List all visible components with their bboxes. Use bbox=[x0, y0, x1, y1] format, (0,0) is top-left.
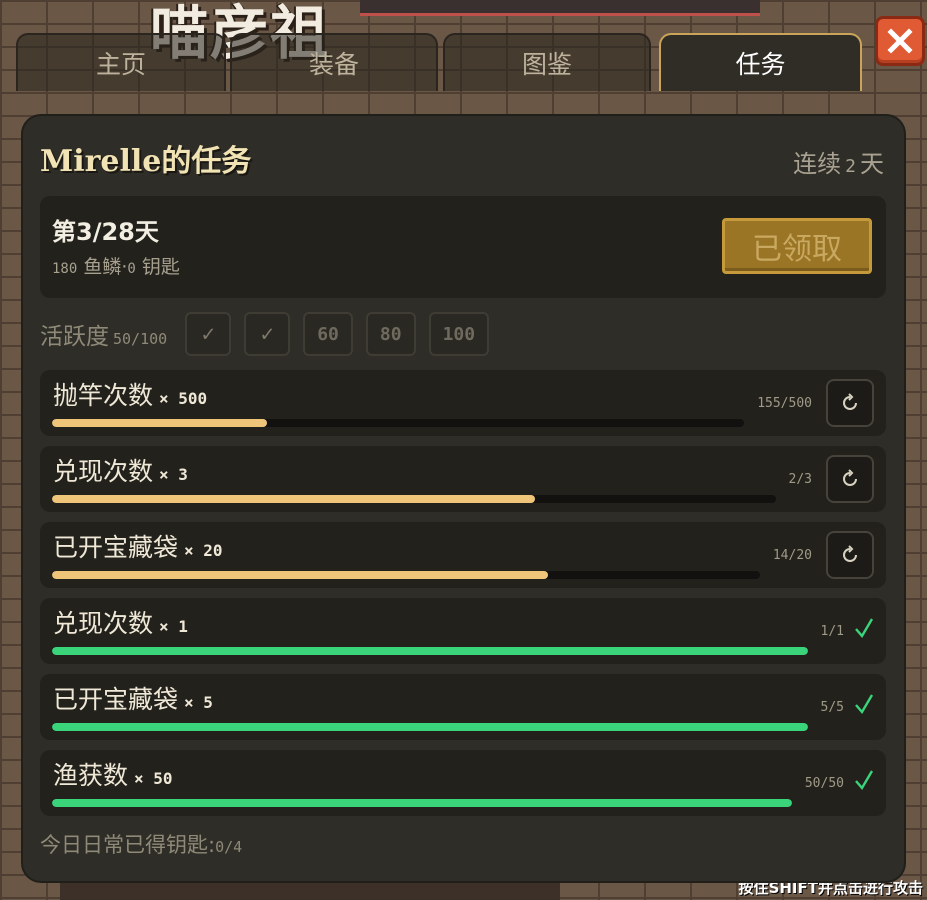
milestone-chest[interactable]: 80 bbox=[365, 312, 416, 356]
milestone-chest[interactable]: ✓ bbox=[185, 312, 232, 356]
task-name: 渔获数 × 50 bbox=[53, 761, 173, 790]
task-progress-fill bbox=[52, 799, 792, 807]
task-row: 已开宝藏袋 × 5 5/5 bbox=[40, 674, 886, 740]
refresh-task-button[interactable] bbox=[826, 379, 874, 427]
task-name: 兑现次数 × 3 bbox=[53, 457, 188, 486]
task-count: 1/1 bbox=[820, 624, 844, 639]
task-progress-bar bbox=[52, 723, 808, 731]
checkmark-icon bbox=[855, 618, 874, 639]
tab-equipment[interactable]: 装备 bbox=[230, 33, 438, 91]
close-button[interactable] bbox=[875, 16, 925, 66]
refresh-icon bbox=[843, 393, 857, 410]
task-count: 14/20 bbox=[772, 548, 812, 563]
refresh-task-button[interactable] bbox=[826, 531, 874, 579]
task-row: 兑现次数 × 3 2/3 bbox=[40, 446, 886, 512]
task-row: 渔获数 × 50 50/50 bbox=[40, 750, 886, 816]
task-progress-bar bbox=[52, 571, 760, 579]
panel-title: Mirelle的任务 bbox=[40, 144, 252, 179]
streak-indicator: 连续 2 天 bbox=[793, 150, 884, 178]
close-x-icon bbox=[887, 28, 913, 54]
task-name: 兑现次数 × 1 bbox=[53, 609, 188, 638]
task-count: 5/5 bbox=[820, 700, 844, 715]
task-progress-fill bbox=[52, 571, 548, 579]
daily-reward-card: 第3/28天 180 鱼鳞·0 钥匙 已领取 bbox=[40, 196, 886, 298]
checkmark-icon bbox=[855, 694, 874, 715]
claim-button[interactable]: 已领取 bbox=[722, 218, 872, 274]
task-progress-bar bbox=[52, 419, 744, 427]
background-strip bbox=[360, 0, 760, 16]
activity-bar: 活跃度 50/100 ✓ ✓ 60 80 100 bbox=[40, 312, 502, 356]
day-reward-text: 180 鱼鳞·0 钥匙 bbox=[52, 256, 180, 278]
task-progress-fill bbox=[52, 495, 535, 503]
activity-label: 活跃度 50/100 bbox=[40, 324, 168, 350]
checkmark-icon bbox=[855, 770, 874, 791]
milestone-chest[interactable]: 60 bbox=[303, 312, 353, 356]
task-progress-bar bbox=[52, 495, 776, 503]
task-name: 抛竿次数 × 500 bbox=[53, 381, 208, 410]
task-row: 抛竿次数 × 500 155/500 bbox=[40, 370, 886, 436]
day-progress-title: 第3/28天 bbox=[52, 218, 159, 246]
milestone-chest[interactable]: ✓ bbox=[244, 312, 291, 356]
task-row: 兑现次数 × 1 1/1 bbox=[40, 598, 886, 664]
milestone-chest[interactable]: 100 bbox=[428, 312, 490, 356]
tab-collection[interactable]: 图鉴 bbox=[443, 33, 651, 91]
refresh-icon bbox=[843, 469, 857, 486]
task-count: 155/500 bbox=[757, 396, 812, 411]
refresh-icon bbox=[843, 545, 857, 562]
daily-keys-footer: 今日日常已得钥匙:0/4 bbox=[40, 833, 243, 857]
task-progress-bar bbox=[52, 647, 808, 655]
task-count: 50/50 bbox=[804, 776, 844, 791]
tasks-panel: Mirelle的任务 连续 2 天 第3/28天 180 鱼鳞·0 钥匙 已领取 活… bbox=[23, 116, 904, 881]
task-progress-fill bbox=[52, 723, 808, 731]
task-name: 已开宝藏袋 × 5 bbox=[53, 685, 213, 714]
task-progress-bar bbox=[52, 799, 792, 807]
tab-tasks[interactable]: 任务 bbox=[659, 33, 862, 91]
refresh-task-button[interactable] bbox=[826, 455, 874, 503]
activity-milestones: ✓ ✓ 60 80 100 bbox=[185, 312, 502, 356]
task-count: 2/3 bbox=[788, 472, 812, 487]
task-progress-fill bbox=[52, 419, 267, 427]
task-progress-fill bbox=[52, 647, 808, 655]
task-name: 已开宝藏袋 × 20 bbox=[53, 533, 223, 562]
tab-home[interactable]: 主页 bbox=[16, 33, 226, 91]
background-stone bbox=[60, 880, 560, 900]
task-row: 已开宝藏袋 × 20 14/20 bbox=[40, 522, 886, 588]
